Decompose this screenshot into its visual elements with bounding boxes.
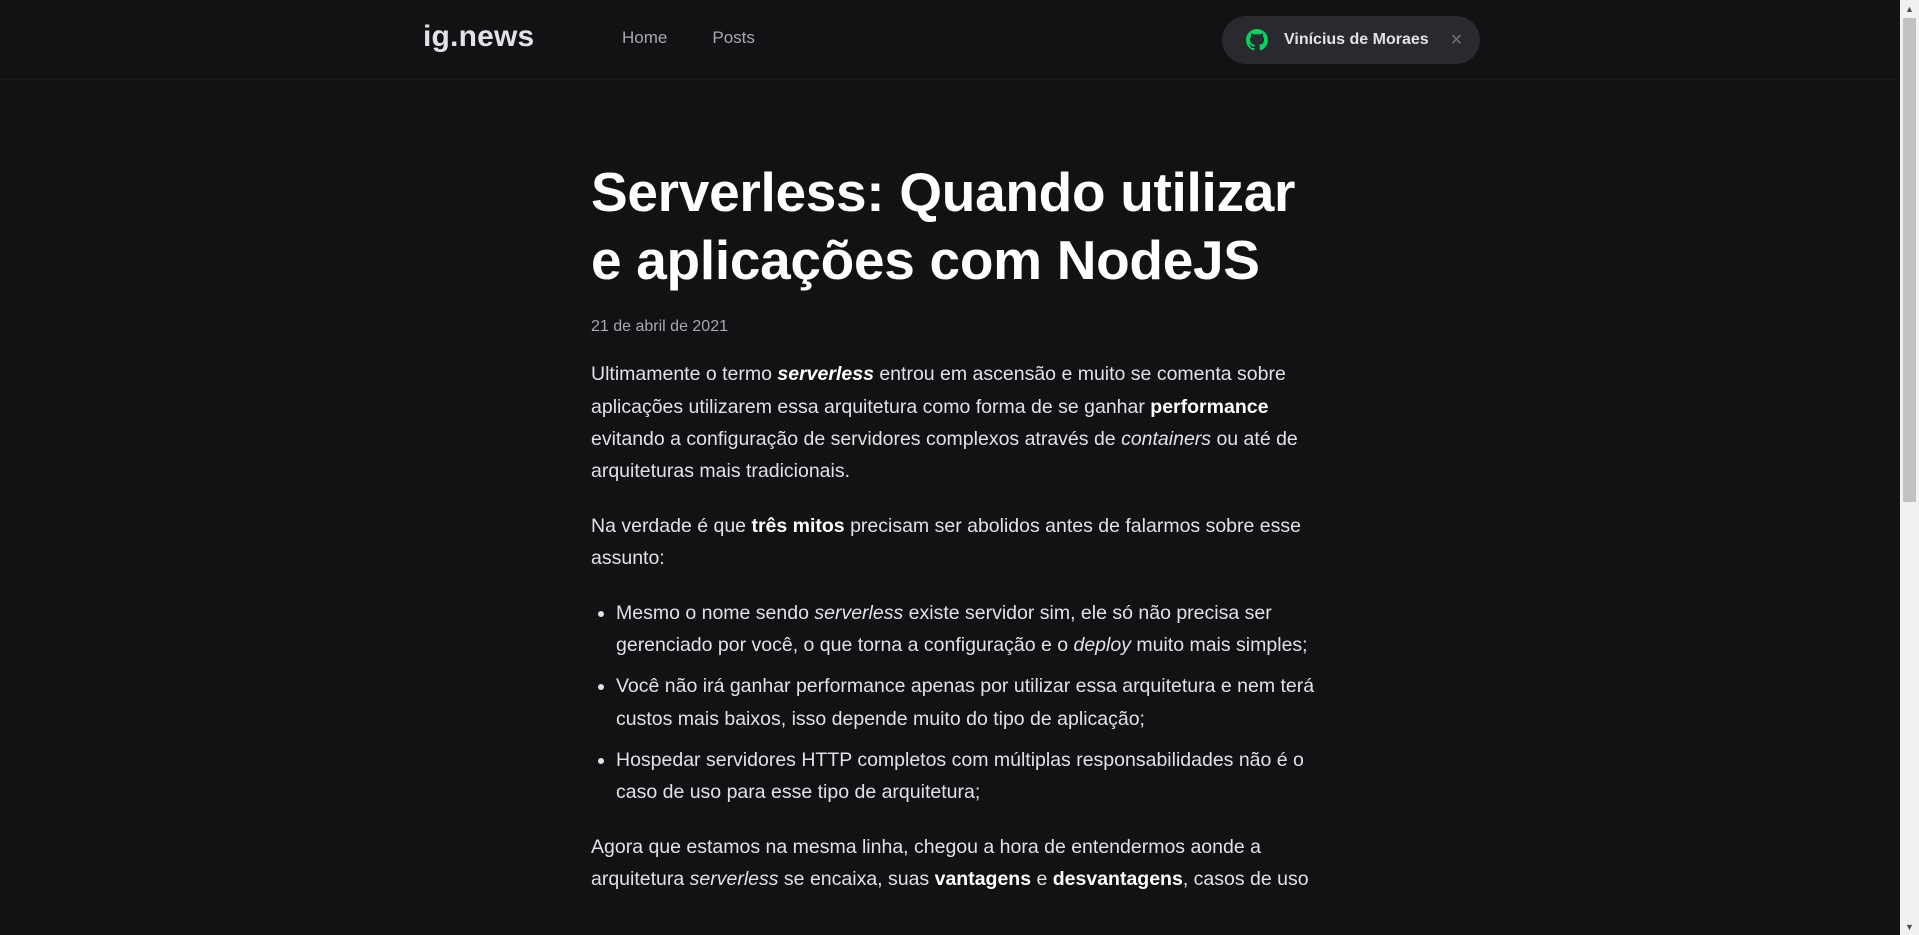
scroll-up-icon[interactable]: ▲ — [1900, 0, 1919, 17]
list-item: Hospedar servidores HTTP completos com m… — [616, 744, 1321, 809]
paragraph-1: Ultimamente o termo serverless entrou em… — [591, 363, 1298, 483]
article-date: 21 de abril de 2021 — [591, 318, 728, 336]
list-item: Você não irá ganhar performance apenas p… — [616, 670, 1321, 735]
github-icon — [1246, 29, 1268, 51]
logo[interactable]: ig.news — [423, 20, 534, 54]
vertical-scrollbar[interactable]: ▲ ▼ — [1900, 0, 1919, 935]
close-icon[interactable]: × — [1451, 30, 1463, 50]
paragraph-3: Agora que estamos na mesma linha, chegou… — [591, 835, 1309, 891]
main-nav: Home Posts — [622, 28, 755, 48]
nav-home-link[interactable]: Home — [622, 28, 667, 48]
article-title: Serverless: Quando utilizar e aplicações… — [591, 161, 1296, 292]
article-content: Ultimamente o termo serverless entrou em… — [591, 358, 1321, 895]
scroll-thumb[interactable] — [1903, 18, 1916, 502]
user-signin-button[interactable]: Vinícius de Moraes × — [1222, 16, 1480, 64]
list-item: Mesmo o nome sendo serverless existe ser… — [616, 597, 1321, 662]
nav-posts-link[interactable]: Posts — [712, 28, 755, 48]
myths-list: Mesmo o nome sendo serverless existe ser… — [591, 597, 1321, 809]
paragraph-2: Na verdade é que três mitos precisam ser… — [591, 514, 1301, 570]
scroll-down-icon[interactable]: ▼ — [1900, 918, 1919, 935]
user-name: Vinícius de Moraes — [1284, 31, 1429, 48]
header: ig.news Home Posts Vinícius de Moraes × — [0, 0, 1900, 80]
article: Serverless: Quando utilizar e aplicações… — [591, 158, 1321, 917]
